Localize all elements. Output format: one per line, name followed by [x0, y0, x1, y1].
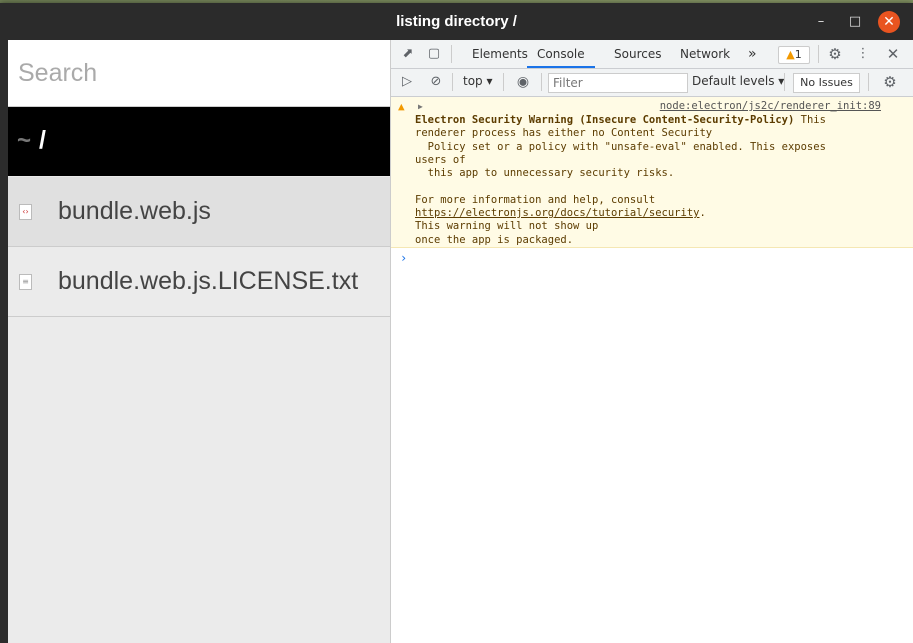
- issues-button[interactable]: No Issues: [793, 73, 860, 93]
- close-devtools-icon[interactable]: ✕: [884, 45, 902, 63]
- warning-line: This warning will not show up: [415, 220, 599, 233]
- context-selector[interactable]: top ▾: [463, 74, 493, 88]
- warning-line: Policy set or a policy with "unsafe-eval…: [415, 140, 826, 153]
- live-expression-eye-icon[interactable]: ◉: [514, 73, 532, 91]
- window-title: listing directory /: [396, 13, 517, 30]
- warning-line: This: [794, 114, 826, 126]
- console-settings-gear-icon[interactable]: ⚙: [881, 73, 899, 91]
- path-bar: ~ /: [8, 107, 390, 176]
- warning-title: Electron Security Warning (Insecure Cont…: [415, 114, 795, 126]
- tab-elements[interactable]: Elements: [472, 40, 528, 68]
- filter-input[interactable]: Filter: [548, 73, 688, 93]
- file-name: bundle.web.js.LICENSE.txt: [58, 267, 359, 295]
- device-toolbar-icon[interactable]: ▢: [425, 45, 443, 63]
- maximize-button[interactable]: □: [844, 11, 866, 33]
- file-row[interactable]: ≡ bundle.web.js.LICENSE.txt: [8, 247, 390, 317]
- title-bar[interactable]: listing directory / – □ ✕: [0, 3, 913, 40]
- warning-icon: ▲: [786, 48, 795, 61]
- current-path[interactable]: /: [39, 126, 46, 155]
- warning-line: once the app is packaged.: [415, 233, 574, 246]
- security-docs-link[interactable]: https://electronjs.org/docs/tutorial/sec…: [415, 207, 699, 219]
- context-value: top: [463, 74, 483, 88]
- settings-gear-icon[interactable]: ⚙: [826, 45, 844, 63]
- more-tabs-button[interactable]: »: [748, 40, 757, 68]
- message-source-link[interactable]: node:electron/js2c/renderer_init:89: [660, 100, 881, 113]
- search-bar: [8, 40, 390, 107]
- divider: [452, 73, 453, 91]
- devtools-tab-bar: ⬈ ▢ Elements Console Sources Network » ▲…: [391, 40, 913, 69]
- show-sidebar-icon[interactable]: ▷: [398, 73, 416, 91]
- divider: [818, 45, 819, 63]
- divider: [868, 73, 869, 91]
- divider: [784, 73, 785, 91]
- file-browser-panel: ~ / ‹› bundle.web.js ≡ bundle.web.js.LIC…: [8, 40, 390, 643]
- expand-arrow-icon[interactable]: ▶: [418, 100, 423, 113]
- inspect-element-icon[interactable]: ⬈: [399, 45, 417, 63]
- tab-console[interactable]: Console: [527, 40, 595, 68]
- divider: [451, 45, 452, 63]
- devtools-panel: ⬈ ▢ Elements Console Sources Network » ▲…: [390, 40, 913, 643]
- link-punctuation: .: [699, 207, 706, 220]
- warning-line: For more information and help, consult: [415, 193, 656, 206]
- js-file-icon: ‹›: [19, 204, 32, 220]
- search-input[interactable]: [18, 58, 378, 88]
- close-button[interactable]: ✕: [878, 11, 900, 33]
- warnings-badge[interactable]: ▲1: [778, 46, 810, 64]
- console-warning-message: ▲ ▶ node:electron/js2c/renderer_init:89 …: [391, 97, 913, 248]
- console-prompt-chevron-icon[interactable]: ›: [400, 251, 407, 265]
- file-name: bundle.web.js: [58, 197, 211, 225]
- minimize-button[interactable]: –: [810, 11, 832, 33]
- divider: [503, 73, 504, 91]
- warning-line: renderer process has either no Content S…: [415, 127, 713, 140]
- warning-text: Electron Security Warning (Insecure Cont…: [415, 114, 885, 247]
- warning-line: this app to unnecessary security risks.: [415, 167, 675, 180]
- divider: [541, 73, 542, 91]
- console-toolbar: ▷ ⊘ top ▾ ◉ Filter Default levels ▾ No I…: [391, 69, 913, 97]
- warning-triangle-icon: ▲: [398, 100, 405, 113]
- warning-count: 1: [794, 48, 802, 61]
- home-path-link[interactable]: ~: [17, 127, 31, 155]
- log-levels-dropdown[interactable]: Default levels ▾: [692, 74, 784, 88]
- levels-label: Default levels: [692, 74, 775, 88]
- text-file-icon: ≡: [19, 274, 32, 290]
- tab-network[interactable]: Network: [680, 40, 730, 68]
- tab-sources[interactable]: Sources: [614, 40, 661, 68]
- clear-console-icon[interactable]: ⊘: [427, 73, 445, 91]
- warning-line: users of: [415, 153, 466, 166]
- app-window: listing directory / – □ ✕ ~ / ‹› bundle.…: [0, 3, 913, 643]
- more-options-icon[interactable]: ⋮: [854, 45, 872, 63]
- file-row[interactable]: ‹› bundle.web.js: [8, 177, 390, 247]
